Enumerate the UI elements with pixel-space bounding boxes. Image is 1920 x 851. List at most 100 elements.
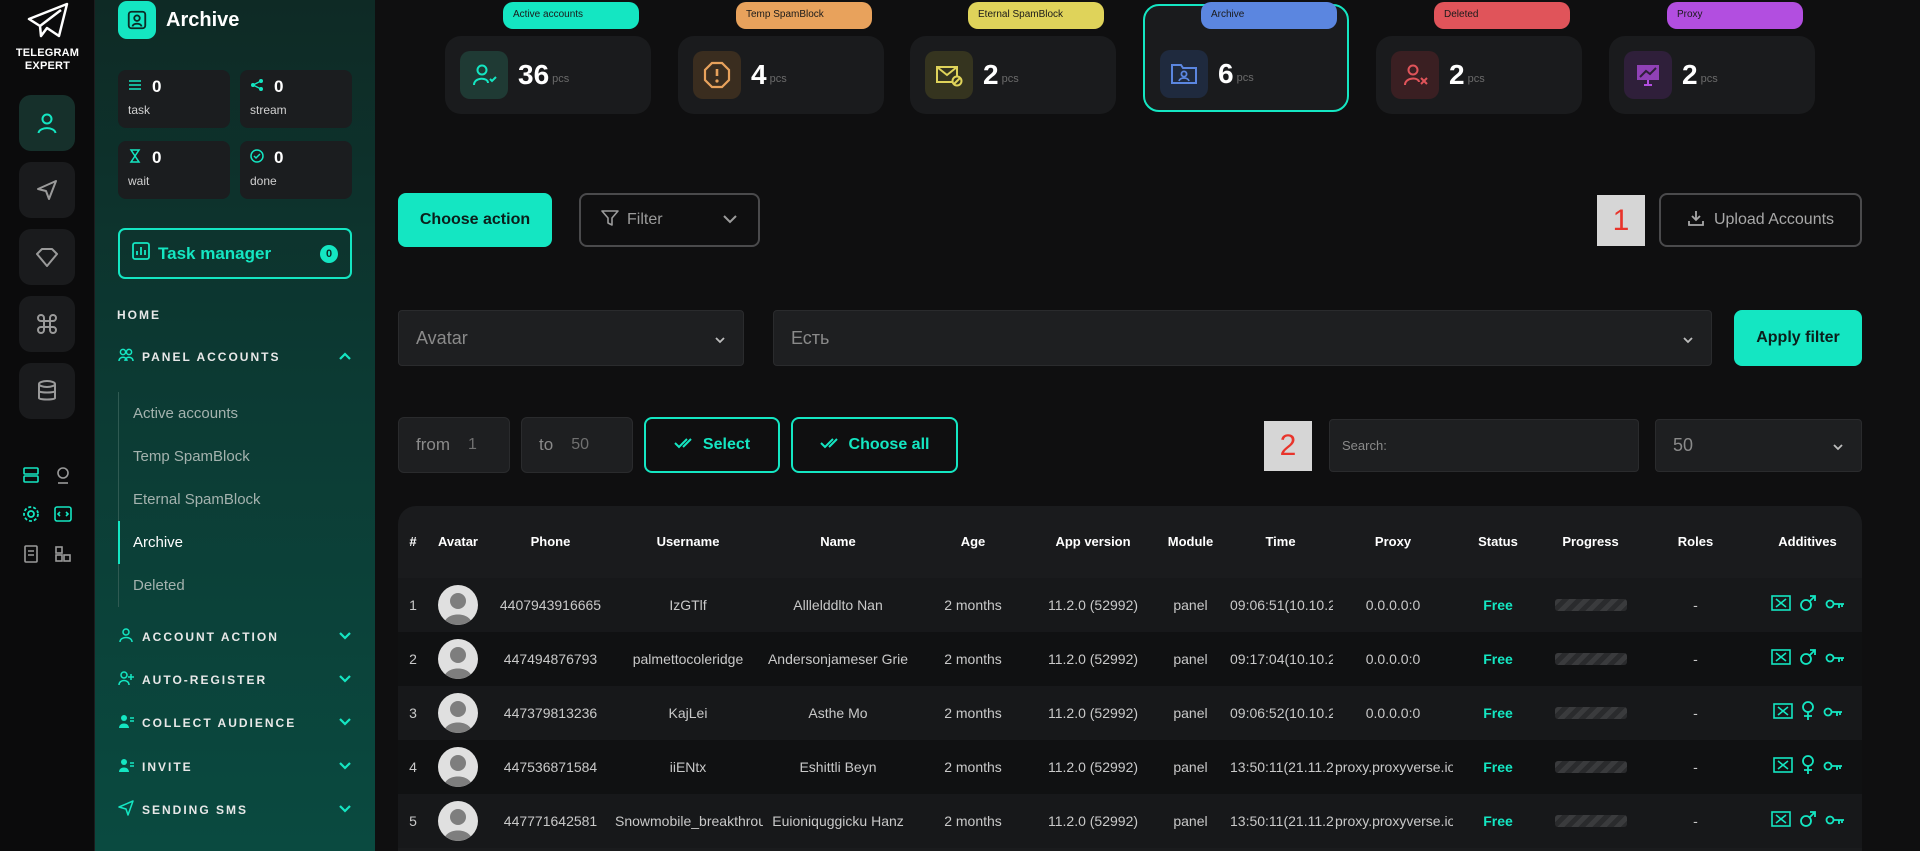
subnav-eternal-spamblock[interactable]: Eternal SpamBlock (119, 478, 352, 521)
range-to-input[interactable]: to 50 (521, 417, 633, 473)
apply-filter-button[interactable]: Apply filter (1734, 310, 1862, 366)
avatar[interactable] (438, 747, 478, 787)
chevron-down-icon (338, 714, 352, 732)
filter-dropdown[interactable]: Filter (579, 193, 760, 247)
card-tag: Archive (1201, 2, 1337, 29)
cell-additives (1753, 755, 1862, 779)
rail-command-button[interactable] (19, 296, 75, 352)
choose-action-button[interactable]: Choose action (398, 193, 552, 247)
task-manager-button[interactable]: Task manager 0 (118, 228, 352, 279)
col-header-proxy[interactable]: Proxy (1333, 533, 1453, 551)
upload-accounts-button[interactable]: Upload Accounts (1659, 193, 1862, 247)
table-row[interactable]: 4 447536871584 iiENtx Eshittli Beyn 2 mo… (398, 740, 1862, 794)
widgets-icon (55, 546, 71, 562)
rail-accounts-button[interactable] (19, 95, 75, 151)
subnav-panel-accounts: Active accounts Temp SpamBlock Eternal S… (118, 392, 352, 607)
monitor-icon (1624, 51, 1672, 99)
table-row[interactable]: 5 447771642581 Snowmobile_breakthrough E… (398, 794, 1862, 848)
rail-settings-button[interactable] (20, 503, 42, 525)
code-icon (54, 506, 72, 522)
female-icon[interactable] (1801, 701, 1815, 725)
key-icon[interactable] (1823, 758, 1843, 776)
nav-group-collect-audience[interactable]: COLLECT AUDIENCE (118, 711, 352, 735)
chevron-down-icon (714, 328, 726, 349)
rail-server-button[interactable] (20, 464, 42, 486)
key-icon[interactable] (1825, 596, 1845, 614)
male-icon[interactable] (1799, 810, 1817, 832)
spam-check-icon[interactable] (1770, 595, 1791, 615)
nav-group-panel-accounts[interactable]: PANEL ACCOUNTS (118, 345, 352, 369)
nav-group-label: COLLECT AUDIENCE (142, 716, 297, 730)
spam-check-icon[interactable] (1772, 757, 1793, 777)
col-header-app-version[interactable]: App version (1033, 533, 1153, 551)
stat-wait: 0 wait (118, 141, 230, 199)
hourglass-icon (128, 148, 142, 168)
avatar[interactable] (438, 801, 478, 841)
key-icon[interactable] (1823, 704, 1843, 722)
col-header-phone[interactable]: Phone (488, 533, 613, 551)
nav-home[interactable]: HOME (117, 308, 161, 322)
col-header-status[interactable]: Status (1453, 533, 1543, 551)
page-size-select[interactable]: 50 (1655, 419, 1862, 472)
card-eternal-spamblock[interactable]: 2 pcs Eternal SpamBlock (910, 2, 1116, 114)
cell-time: 09:06:51(10.10.24) (1230, 597, 1333, 613)
table-row[interactable]: 2 447494876793 palmettocoleridge Anderso… (398, 632, 1862, 686)
cell-phone: 447771642581 (503, 813, 598, 829)
subnav-archive[interactable]: Archive (118, 521, 352, 564)
rail-database-button[interactable] (19, 363, 75, 419)
nav-group-invite[interactable]: INVITE (118, 755, 352, 779)
rail-send-button[interactable] (19, 162, 75, 218)
male-icon[interactable] (1799, 648, 1817, 670)
col-header-name[interactable]: Name (763, 533, 913, 551)
key-icon[interactable] (1825, 812, 1845, 830)
spam-check-icon[interactable] (1770, 811, 1791, 831)
side-panel: Archive 0 task 0 stream 0 wait 0 done Ta… (95, 0, 375, 851)
male-icon[interactable] (1799, 594, 1817, 616)
card-temp-spamblock[interactable]: 4 pcs Temp SpamBlock (678, 2, 884, 114)
col-header-time[interactable]: Time (1228, 533, 1333, 551)
subnav-deleted[interactable]: Deleted (119, 564, 352, 607)
choose-all-button[interactable]: Choose all (791, 417, 958, 473)
nav-group-account-action[interactable]: ACCOUNT ACTION (118, 625, 352, 649)
filter-field-select[interactable]: Avatar (398, 310, 744, 366)
rail-diamond-button[interactable] (19, 229, 75, 285)
table-row[interactable]: 1 4407943916665 IzGTlf Alllelddlto Nan 2… (398, 578, 1862, 632)
range-from-input[interactable]: from 1 (398, 417, 510, 473)
select-button[interactable]: Select (644, 417, 780, 473)
key-icon[interactable] (1825, 650, 1845, 668)
col-header-additives[interactable]: Additives (1753, 533, 1862, 551)
cell-roles: - (1693, 759, 1698, 775)
rail-webcam-button[interactable] (52, 464, 74, 486)
table-row[interactable]: 3 447379813236 KajLei Asthe Mo 2 months … (398, 686, 1862, 740)
card-proxy[interactable]: 2 pcs Proxy (1609, 2, 1815, 114)
nav-group-sending-sms[interactable]: SENDING SMS (118, 798, 352, 822)
avatar[interactable] (438, 585, 478, 625)
cell-phone: 447494876793 (503, 651, 598, 667)
subnav-temp-spamblock[interactable]: Temp SpamBlock (119, 435, 352, 478)
spam-check-icon[interactable] (1772, 703, 1793, 723)
female-icon[interactable] (1801, 755, 1815, 779)
col-header-module[interactable]: Module (1153, 533, 1228, 551)
brand-logo[interactable]: TELEGRAM EXPERT (0, 0, 95, 73)
avatar[interactable] (438, 693, 478, 733)
filter-value-select[interactable]: Есть (773, 310, 1712, 366)
rail-doc-button[interactable] (20, 543, 42, 565)
rail-code-button[interactable] (52, 503, 74, 525)
search-input[interactable] (1329, 419, 1639, 472)
avatar[interactable] (438, 639, 478, 679)
check-circle-icon (250, 148, 264, 168)
col-header-age[interactable]: Age (913, 533, 1033, 551)
col-header-avatar[interactable]: Avatar (428, 533, 488, 551)
spam-check-icon[interactable] (1770, 649, 1791, 669)
col-header-username[interactable]: Username (613, 533, 763, 551)
nav-group-auto-register[interactable]: AUTO-REGISTER (118, 668, 352, 692)
card-deleted[interactable]: 2 pcs Deleted (1376, 2, 1582, 114)
subnav-active-accounts[interactable]: Active accounts (119, 392, 352, 435)
col-header-progress[interactable]: Progress (1543, 533, 1638, 551)
col-header-roles[interactable]: Roles (1638, 533, 1753, 551)
app-root: TELEGRAM EXPERT Archive 0 task 0 stream … (0, 0, 1920, 851)
rail-widgets-button[interactable] (52, 543, 74, 565)
card-active-accounts[interactable]: 36 pcs Active accounts (445, 2, 651, 114)
col-header-index[interactable]: # (398, 533, 428, 551)
card-archive[interactable]: 6 pcs Archive (1143, 2, 1349, 114)
